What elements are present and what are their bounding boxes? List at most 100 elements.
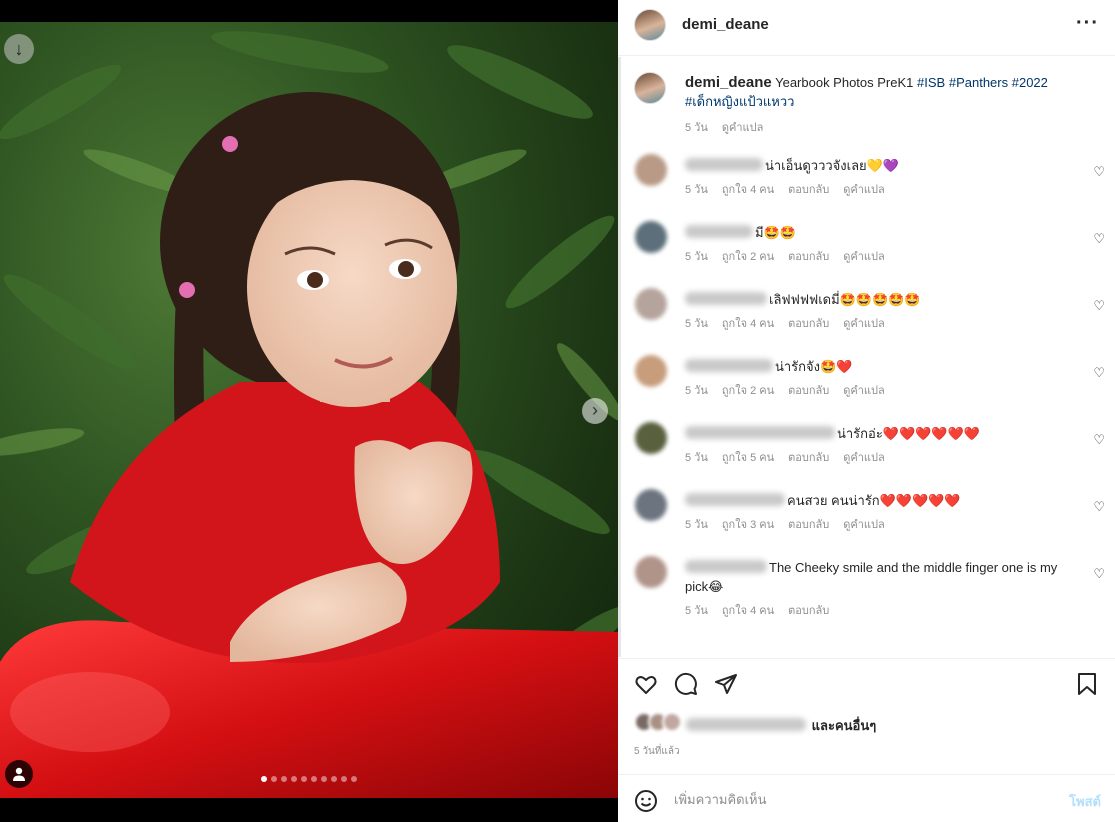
hashtag[interactable]: #เด็กหญิงแป้วแหวว [685,94,794,109]
comment-text: คนสวย คนน่ารัก❤️❤️❤️❤️❤️ [787,493,961,508]
share-icon[interactable] [714,672,738,696]
commenter-avatar[interactable] [635,288,667,320]
caption-translate-link[interactable]: ดูคำแปล [722,122,764,134]
post-comment-button[interactable]: โพสต์ [1069,791,1101,812]
comment-likes-count[interactable]: ถูกใจ 3 คน [722,519,774,531]
comment-like-icon[interactable]: ♡ [1093,566,1105,582]
comment-row: คนสวย คนน่ารัก❤️❤️❤️❤️❤️ 5 วัน ถูกใจ 3 คน ต… [618,489,1115,556]
liker-avatar [662,712,682,732]
translate-link[interactable]: ดูคำแปล [843,251,885,263]
hashtag[interactable]: #ISB [917,75,945,90]
commenter-username[interactable] [685,560,767,573]
comment-time: 5 วัน [685,452,708,464]
carousel-dot [331,776,337,782]
comment-like-icon[interactable]: ♡ [1093,298,1105,314]
author-avatar[interactable] [634,9,666,41]
commenter-username[interactable] [685,493,785,506]
comment-time: 5 วัน [685,519,708,531]
hashtag[interactable]: #Panthers [949,75,1008,90]
comment-row: เลิฟฟฟฟเดมี่🤩🤩🤩🤩🤩 5 วัน ถูกใจ 4 คน ตอบกลับ ด… [618,288,1115,355]
action-bar [618,658,1115,710]
commenter-username[interactable] [685,426,835,439]
comment-text: เลิฟฟฟฟเดมี่🤩🤩🤩🤩🤩 [769,292,921,307]
comments-list: demi_deane Yearbook Photos PreK1 #ISB #P… [618,57,1115,657]
comment-meta: 5 วัน ถูกใจ 4 คน ตอบกลับ ดูคำแปล [685,314,899,332]
translate-link[interactable]: ดูคำแปล [843,385,885,397]
comment-like-icon[interactable]: ♡ [1093,164,1105,180]
author-username[interactable]: demi_deane [682,16,769,33]
carousel-dot [271,776,277,782]
comment-likes-count[interactable]: ถูกใจ 4 คน [722,318,774,330]
comment-body: เลิฟฟฟฟเดมี่🤩🤩🤩🤩🤩 [685,290,1071,309]
comment-like-icon[interactable]: ♡ [1093,231,1105,247]
reply-link[interactable]: ตอบกลับ [788,519,829,531]
comment-meta: 5 วัน ถูกใจ 4 คน ตอบกลับ [685,601,843,619]
comment-body: มี🤩🤩 [685,223,1071,242]
caption-avatar[interactable] [634,72,666,104]
commenter-avatar[interactable] [635,154,667,186]
caption-username[interactable]: demi_deane [685,74,772,91]
comment-like-icon[interactable]: ♡ [1093,499,1105,515]
translate-link[interactable]: ดูคำแปล [843,318,885,330]
reply-link[interactable]: ตอบกลับ [788,184,829,196]
comment-input[interactable] [674,789,1034,809]
reply-link[interactable]: ตอบกลับ [788,251,829,263]
post-timestamp: 5 วันที่แล้ว [634,746,680,757]
like-icon[interactable] [634,672,658,696]
comment-likes-count[interactable]: ถูกใจ 4 คน [722,605,774,617]
comment-time: 5 วัน [685,251,708,263]
comment-body: คนสวย คนน่ารัก❤️❤️❤️❤️❤️ [685,491,1071,510]
commenter-avatar[interactable] [635,355,667,387]
comment-row: มี🤩🤩 5 วัน ถูกใจ 2 คน ตอบกลับ ดูคำแปล ♡ [618,221,1115,288]
carousel-dot [301,776,307,782]
comment-like-icon[interactable]: ♡ [1093,432,1105,448]
reply-link[interactable]: ตอบกลับ [788,605,829,617]
translate-link[interactable]: ดูคำแปล [843,184,885,196]
comment-meta: 5 วัน ถูกใจ 5 คน ตอบกลับ ดูคำแปล [685,448,899,466]
comment-meta: 5 วัน ถูกใจ 3 คน ตอบกลับ ดูคำแปล [685,515,899,533]
commenter-avatar[interactable] [635,221,667,253]
comment-meta: 5 วัน ถูกใจ 2 คน ตอบกลับ ดูคำแปล [685,381,899,399]
comment-time: 5 วัน [685,605,708,617]
comment-likes-count[interactable]: ถูกใจ 2 คน [722,385,774,397]
next-image-button[interactable]: › [582,398,608,424]
comment-meta: 5 วัน ถูกใจ 4 คน ตอบกลับ ดูคำแปล [685,180,899,198]
reply-link[interactable]: ตอบกลับ [788,385,829,397]
translate-link[interactable]: ดูคำแปล [843,452,885,464]
comment-likes-count[interactable]: ถูกใจ 2 คน [722,251,774,263]
carousel-dot [261,776,267,782]
download-icon[interactable]: ↓ [4,34,34,64]
commenter-avatar[interactable] [635,489,667,521]
emoji-icon[interactable] [634,789,658,813]
reply-link[interactable]: ตอบกลับ [788,452,829,464]
carousel-dot [351,776,357,782]
comment-likes-count[interactable]: ถูกใจ 4 คน [722,184,774,196]
more-options-icon[interactable]: ··· [1076,12,1099,35]
commenter-username[interactable] [685,158,763,171]
photo-illustration [0,31,618,798]
commenter-avatar[interactable] [635,422,667,454]
reply-link[interactable]: ตอบกลับ [788,318,829,330]
comment-time: 5 วัน [685,318,708,330]
translate-link[interactable]: ดูคำแปล [843,519,885,531]
comment-row: น่ารักอ่ะ❤️❤️❤️❤️❤️❤️ 5 วัน ถูกใจ 5 คน ตอบก… [618,422,1115,489]
carousel-dot [341,776,347,782]
comment-like-icon[interactable]: ♡ [1093,365,1105,381]
commenter-username[interactable] [685,359,773,372]
caption-body: Yearbook Photos PreK1 [775,75,914,90]
comment-icon[interactable] [674,672,698,696]
scrollbar[interactable] [618,57,621,657]
commenter-username[interactable] [685,292,767,305]
save-bookmark-icon[interactable] [1075,672,1099,696]
likes-text: และคนอื่นๆ [686,715,876,736]
caption-time: 5 วัน [685,122,708,134]
comment-likes-count[interactable]: ถูกใจ 5 คน [722,452,774,464]
tagged-users-icon[interactable] [5,760,33,788]
post-photo [0,22,618,798]
comment-body: น่ารักจัง🤩❤️ [685,357,1071,376]
caption-text: demi_deane Yearbook Photos PreK1 #ISB #P… [685,73,1075,111]
carousel-dot [291,776,297,782]
hashtag[interactable]: #2022 [1012,75,1048,90]
commenter-avatar[interactable] [635,556,667,588]
commenter-username[interactable] [685,225,753,238]
